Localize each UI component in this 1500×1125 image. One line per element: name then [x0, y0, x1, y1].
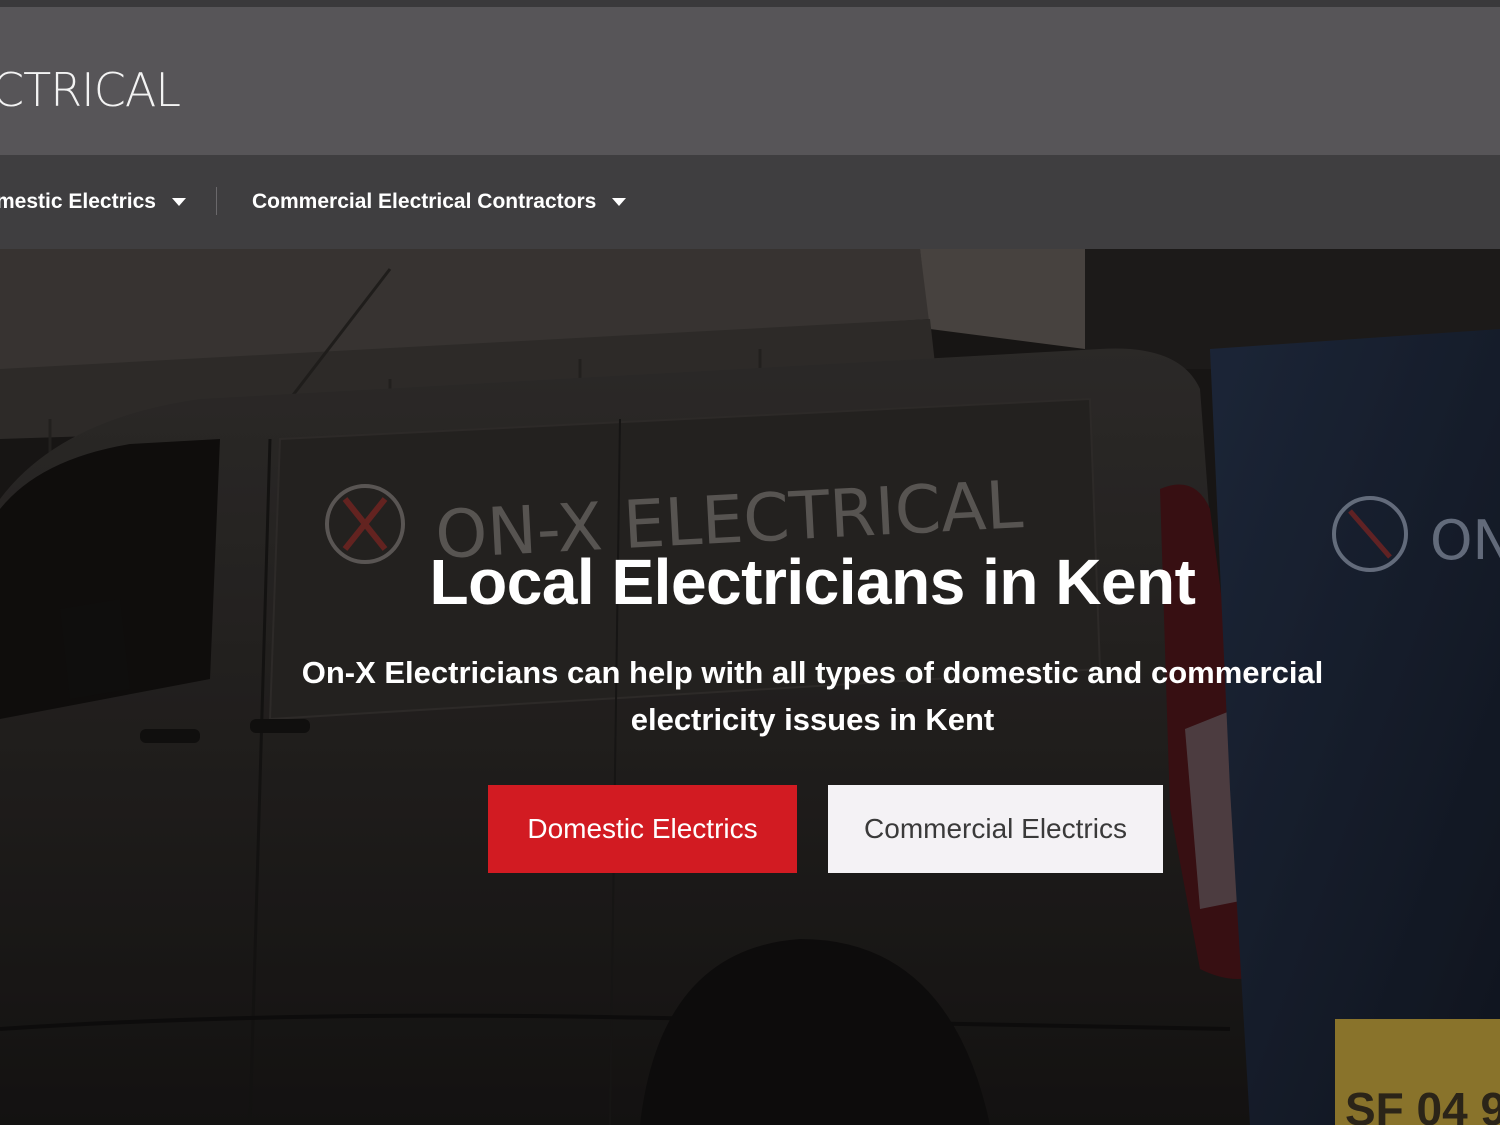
nav-item-commercial-electrical-contractors[interactable]: Commercial Electrical Contractors [252, 155, 627, 249]
main-navigation: mestic Electrics Commercial Electrical C… [0, 155, 1500, 249]
page-title: Local Electricians in Kent [429, 546, 1196, 618]
nav-item-label: Commercial Electrical Contractors [252, 190, 597, 213]
domestic-electrics-button[interactable]: Domestic Electrics [488, 785, 797, 873]
chevron-down-icon [171, 198, 186, 206]
hero-section: SF 04 9 ON-X ELECTRICAL ON Local Electri… [0, 249, 1500, 1125]
nav-item-domestic-electrics[interactable]: mestic Electrics [0, 155, 186, 249]
site-header: CTRICAL [0, 7, 1500, 155]
site-logo[interactable]: CTRICAL [0, 63, 181, 117]
hero-subtitle: On-X Electricians can help with all type… [301, 655, 1324, 737]
top-strip [0, 0, 1500, 7]
nav-divider [216, 187, 217, 215]
chevron-down-icon [612, 198, 627, 206]
nav-item-label: mestic Electrics [0, 190, 156, 213]
commercial-electrics-button[interactable]: Commercial Electrics [828, 785, 1163, 873]
